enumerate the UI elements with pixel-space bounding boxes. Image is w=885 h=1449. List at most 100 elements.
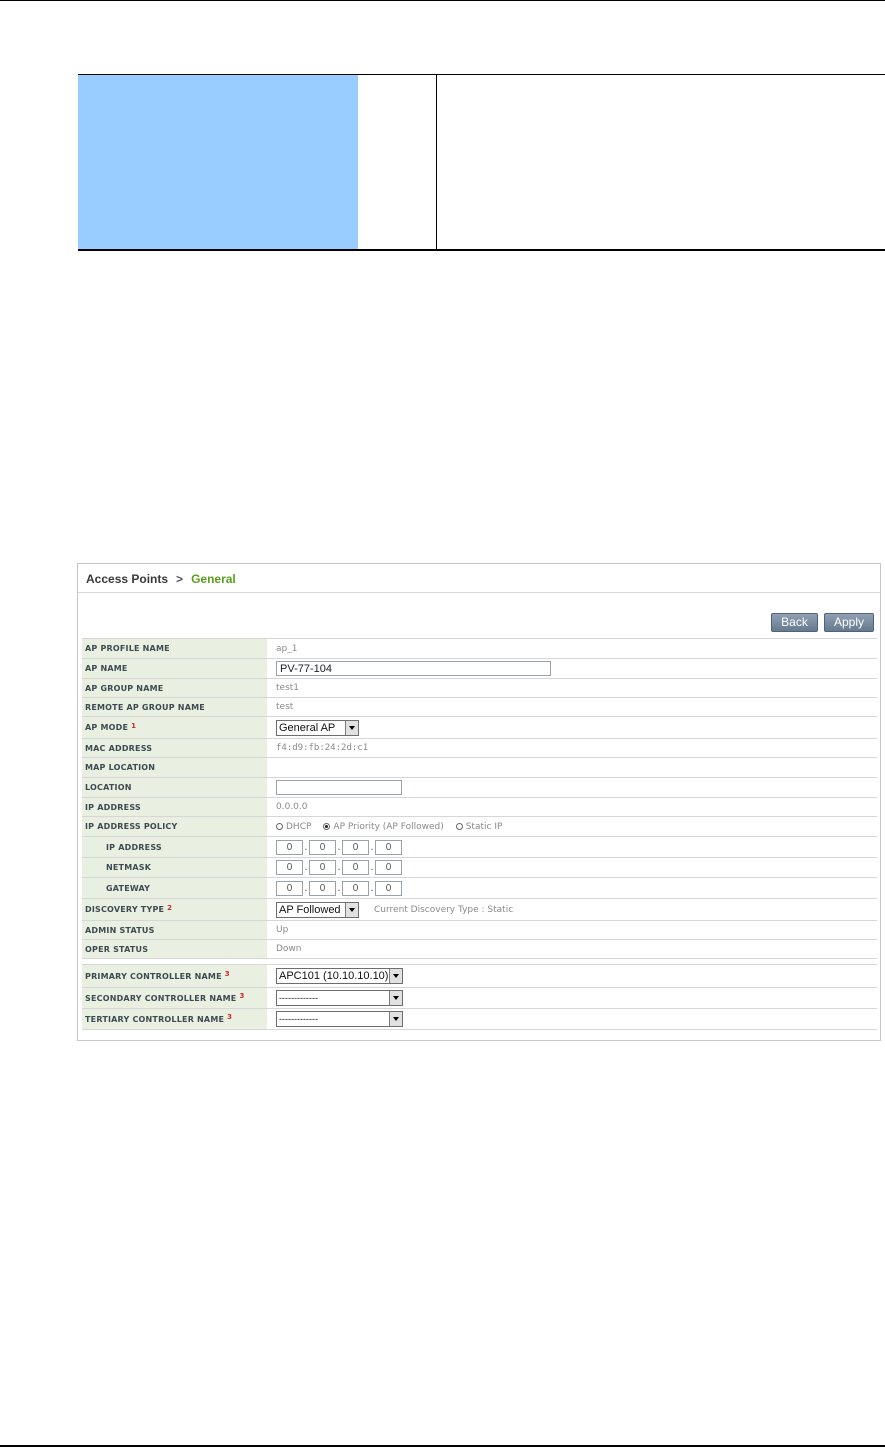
primary-controller-select[interactable]: APC101 (10.10.10.10) [276, 968, 403, 984]
primary-controller-label-text: PRIMARY CONTROLLER NAME [85, 971, 222, 981]
ip-octet-4[interactable]: 0 [375, 839, 402, 855]
row-location: LOCATION [82, 777, 877, 797]
chevron-down-icon[interactable] [389, 991, 402, 1005]
secondary-controller-label-text: SECONDARY CONTROLLER NAME [85, 993, 237, 1003]
admin-status-label: ADMIN STATUS [82, 921, 267, 939]
secondary-controller-label: SECONDARY CONTROLLER NAME 3 [82, 988, 267, 1008]
row-static-ip: IP ADDRESS 0. 0. 0. 0 [82, 836, 877, 857]
breadcrumb-separator: > [176, 572, 184, 586]
radio-ap-priority[interactable]: AP Priority (AP Followed) [323, 822, 444, 832]
ip-address-value: 0.0.0.0 [276, 802, 308, 812]
current-discovery-type: Current Discovery Type : Static [374, 904, 514, 915]
ip-address-policy-label: IP ADDRESS POLICY [82, 817, 267, 836]
location-input[interactable] [276, 780, 402, 795]
row-map-location: MAP LOCATION [82, 757, 877, 777]
row-admin-status: ADMIN STATUS Up [82, 920, 877, 939]
mac-address-label: MAC ADDRESS [82, 739, 267, 757]
tertiary-controller-selected: ------------- [279, 1014, 318, 1024]
radio-static-ip-label: Static IP [465, 821, 503, 832]
chevron-down-icon[interactable] [389, 969, 402, 983]
chevron-down-icon[interactable] [389, 1012, 402, 1026]
back-button[interactable]: Back [771, 613, 818, 632]
radio-static-ip[interactable]: Static IP [455, 821, 503, 832]
primary-controller-selected: APC101 (10.10.10.10) [279, 970, 389, 982]
ap-mode-selected: General AP [279, 721, 336, 734]
breadcrumb-access-points[interactable]: Access Points [86, 572, 168, 586]
breadcrumb-general: General [191, 572, 236, 586]
secondary-controller-selected: ------------- [279, 993, 318, 1003]
breadcrumb: Access Points > General [86, 572, 236, 586]
netmask-octet-1[interactable]: 0 [276, 860, 303, 875]
secondary-controller-select[interactable]: ------------- [276, 990, 403, 1006]
row-discovery-type: DISCOVERY TYPE 2 AP Followed Current Disc… [82, 898, 877, 920]
map-location-label: MAP LOCATION [82, 758, 267, 777]
gateway-octet-1[interactable]: 0 [276, 880, 303, 896]
row-gateway: GATEWAY 0. 0. 0. 0 [82, 877, 877, 898]
tertiary-controller-label: TERTIARY CONTROLLER NAME 3 [82, 1009, 267, 1029]
row-secondary-controller: SECONDARY CONTROLLER NAME 3 ------------- [82, 987, 877, 1008]
admin-status-value: Up [276, 925, 289, 935]
row-ap-group-name: AP GROUP NAME test1 [82, 678, 877, 697]
ip-octet-2[interactable]: 0 [309, 839, 336, 855]
netmask-octet-4[interactable]: 0 [375, 860, 402, 875]
footnote-marker: 2 [167, 903, 173, 912]
page-top-rule [0, 0, 885, 1]
discovery-type-select[interactable]: AP Followed [276, 901, 359, 918]
footnote-marker: 1 [131, 721, 137, 730]
ip-octet-3[interactable]: 0 [342, 839, 369, 855]
radio-button[interactable] [276, 823, 283, 830]
gateway-input: 0. 0. 0. 0 [276, 880, 402, 896]
netmask-input: 0. 0. 0. 0 [276, 860, 402, 875]
row-ap-profile-name: AP PROFILE NAME ap_1 [82, 638, 877, 658]
mac-address-value: f4:d9:fb:24:2d:c1 [276, 743, 369, 753]
footnote-marker: 3 [239, 992, 245, 1000]
footnote-marker: 3 [227, 1013, 233, 1021]
gateway-octet-4[interactable]: 0 [375, 880, 402, 896]
ip-octet-1[interactable]: 0 [276, 839, 303, 855]
row-primary-controller: PRIMARY CONTROLLER NAME 3 APC101 (10.10.1… [82, 964, 877, 987]
tertiary-controller-label-text: TERTIARY CONTROLLER NAME [85, 1014, 225, 1024]
location-label: LOCATION [82, 778, 267, 797]
radio-button[interactable] [455, 823, 463, 830]
oper-status-label: OPER STATUS [82, 940, 267, 958]
ip-address-label: IP ADDRESS [82, 798, 267, 816]
row-tertiary-controller: TERTIARY CONTROLLER NAME 3 ------------- [82, 1008, 877, 1030]
netmask-octet-2[interactable]: 0 [309, 860, 336, 875]
chevron-down-icon[interactable] [345, 902, 358, 917]
radio-dhcp-label: DHCP [286, 821, 312, 832]
ap-name-input[interactable]: PV-77-104 [276, 661, 551, 676]
row-ap-mode: AP MODE 1 General AP [82, 716, 877, 738]
static-ip-input: 0. 0. 0. 0 [276, 839, 402, 855]
ip-address-policy-options: DHCP AP Priority (AP Followed) Static IP [276, 817, 514, 836]
table-column-divider [436, 75, 437, 249]
ap-profile-name-value: ap_1 [276, 643, 298, 654]
footnote-marker: 3 [224, 970, 230, 978]
ap-group-name-label: AP GROUP NAME [82, 679, 267, 697]
tertiary-controller-select[interactable]: ------------- [276, 1011, 403, 1027]
row-remote-ap-group-name: REMOTE AP GROUP NAME test [82, 697, 877, 716]
apply-button[interactable]: Apply [824, 613, 874, 632]
chevron-down-icon[interactable] [345, 720, 358, 735]
remote-ap-group-name-value: test [276, 702, 294, 712]
primary-controller-label: PRIMARY CONTROLLER NAME 3 [82, 965, 267, 987]
discovery-type-label: DISCOVERY TYPE 2 [82, 899, 267, 920]
ap-general-panel: Access Points > General Back Apply AP PROF… [77, 563, 881, 1041]
gateway-octet-3[interactable]: 0 [342, 880, 369, 896]
ap-profile-name-label: AP PROFILE NAME [82, 639, 267, 658]
oper-status-value: Down [276, 944, 302, 954]
row-ap-name: AP NAME PV-77-104 [82, 658, 877, 678]
row-mac-address: MAC ADDRESS f4:d9:fb:24:2d:c1 [82, 738, 877, 757]
row-ip-address-policy: IP ADDRESS POLICY DHCP AP Priority (AP F… [82, 816, 877, 836]
settings-form: AP PROFILE NAME ap_1 AP NAME PV-77-104 A… [82, 638, 877, 1030]
radio-button-selected[interactable] [323, 823, 331, 830]
static-ip-label: IP ADDRESS [82, 837, 267, 857]
gateway-label: GATEWAY [82, 878, 267, 898]
row-ip-address: IP ADDRESS 0.0.0.0 [82, 797, 877, 816]
ap-mode-select[interactable]: General AP [276, 719, 359, 736]
document-table [78, 74, 885, 251]
radio-dhcp[interactable]: DHCP [276, 822, 311, 832]
netmask-octet-3[interactable]: 0 [342, 860, 369, 875]
gateway-octet-2[interactable]: 0 [309, 880, 336, 896]
row-netmask: NETMASK 0. 0. 0. 0 [82, 857, 877, 877]
table-highlight-cell [78, 75, 358, 249]
